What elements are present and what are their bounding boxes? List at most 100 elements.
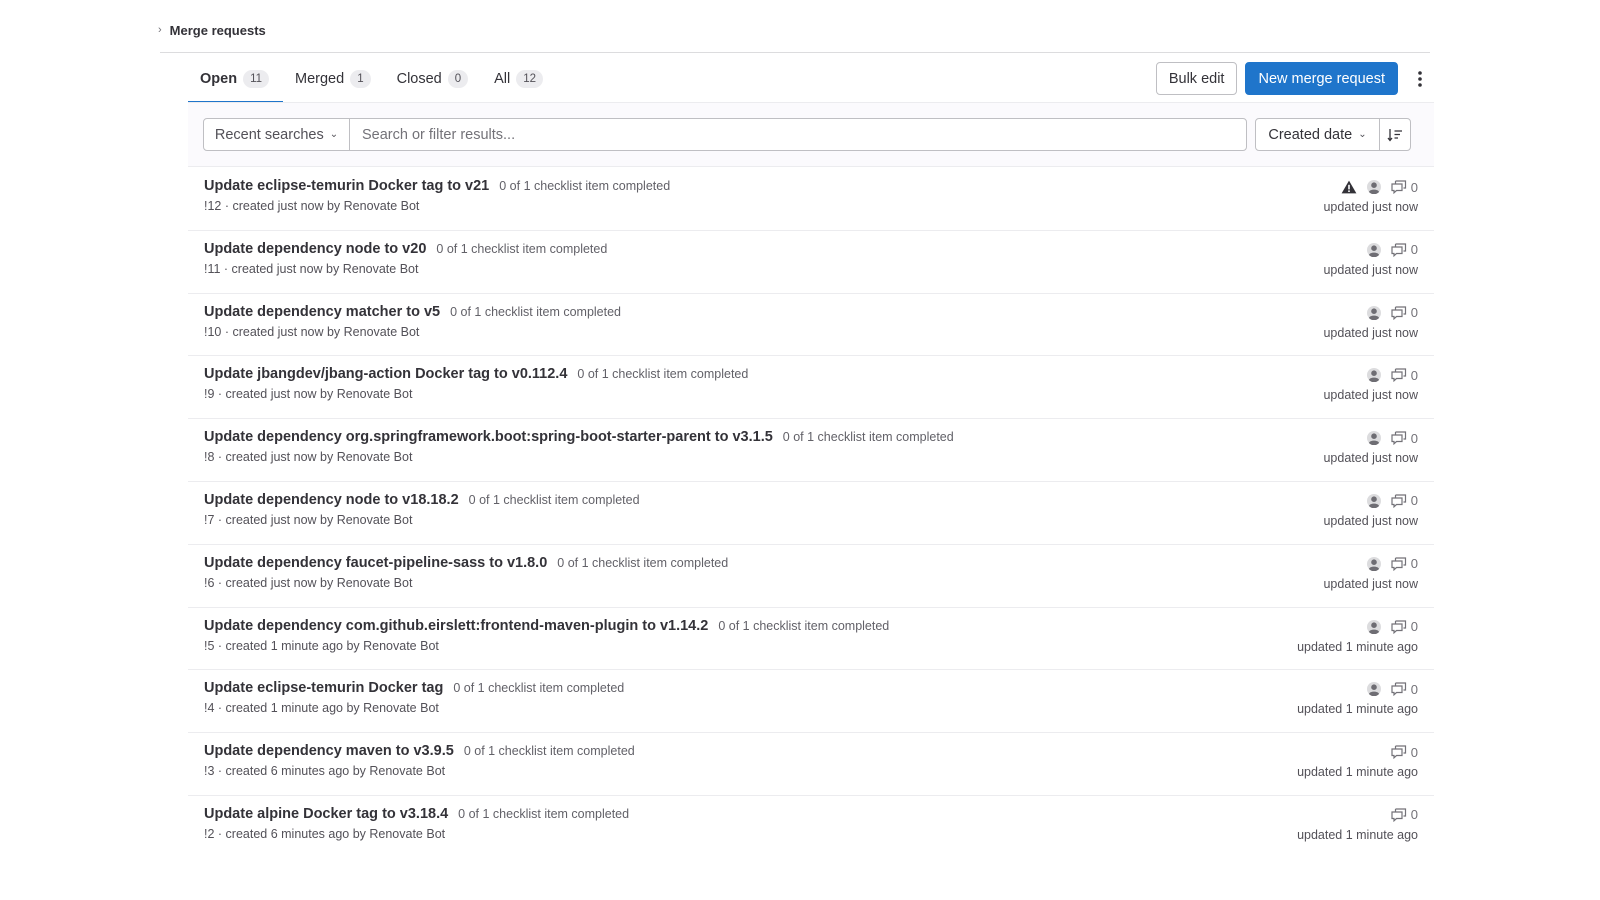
filter-bar: Recent searches ⌄ Created date ⌄ (188, 103, 1434, 167)
breadcrumb: › Merge requests (158, 20, 266, 40)
comment-count: 0 (1410, 493, 1418, 509)
avatar-icon[interactable] (1366, 368, 1381, 383)
comments-icon (1391, 682, 1406, 697)
merge-request-row: Update dependency node to v20 0 of 1 che… (188, 231, 1434, 294)
comment-count: 0 (1410, 430, 1418, 446)
checklist-status: 0 of 1 checklist item completed (782, 430, 954, 445)
count-badge: 11 (243, 70, 270, 88)
checklist-status: 0 of 1 checklist item completed (499, 179, 671, 193)
tab-closed[interactable]: Closed 0 (385, 55, 483, 103)
updated-time: updated just now (1323, 200, 1418, 214)
merge-request-title[interactable]: Update dependency maven to v3.9.5 (204, 743, 454, 759)
comments-icon (1391, 305, 1406, 320)
updated-time: updated 1 minute ago (1297, 639, 1418, 654)
checklist-status: 0 of 1 checklist item completed (718, 618, 890, 633)
comments-icon (1391, 808, 1406, 822)
tab-all[interactable]: All 12 (482, 55, 557, 103)
merge-request-title[interactable]: Update eclipse-temurin Docker tag (204, 680, 443, 696)
checklist-status: 0 of 1 checklist item completed (453, 681, 625, 696)
merge-request-title[interactable]: Update dependency org.springframework.bo… (204, 429, 773, 445)
merge-request-meta: !8 · created just now by Renovate Bot (204, 450, 413, 465)
merge-request-list: Update eclipse-temurin Docker tag to v21… (188, 168, 1434, 859)
sort-direction-button[interactable] (1379, 118, 1411, 151)
merge-request-row: Update dependency faucet-pipeline-sass t… (188, 545, 1434, 608)
merge-request-row: Update eclipse-temurin Docker tag to v21… (188, 168, 1434, 231)
avatar-icon[interactable] (1366, 682, 1381, 697)
comment-count: 0 (1410, 367, 1418, 383)
merge-request-title[interactable]: Update dependency com.github.eirslett:fr… (204, 618, 708, 634)
merge-request-title[interactable]: Update alpine Docker tag to v3.18.4 (204, 806, 448, 822)
breadcrumb-current[interactable]: Merge requests (170, 23, 266, 38)
comment-count: 0 (1410, 807, 1418, 823)
merge-request-title[interactable]: Update eclipse-temurin Docker tag to v21 (204, 178, 489, 194)
updated-time: updated just now (1323, 388, 1418, 403)
merge-request-title[interactable]: Update dependency matcher to v5 (204, 304, 440, 320)
merge-request-meta: !2 · created 6 minutes ago by Renovate B… (204, 826, 446, 841)
updated-time: updated 1 minute ago (1297, 702, 1418, 717)
comments-icon (1391, 557, 1406, 571)
merge-request-meta: !11 · created just now by Renovate Bot (204, 261, 419, 276)
comments-link[interactable]: 0 (1391, 242, 1418, 257)
checklist-status: 0 of 1 checklist item completed (463, 744, 635, 759)
tab-open[interactable]: Open 11 (188, 55, 284, 103)
comments-icon (1391, 431, 1406, 446)
avatar-icon[interactable] (1366, 180, 1381, 194)
comments-icon (1391, 494, 1406, 508)
avatar-icon[interactable] (1366, 556, 1381, 571)
comments-link[interactable]: 0 (1391, 745, 1418, 760)
count-badge: 1 (350, 70, 371, 88)
merge-request-title[interactable]: Update jbangdev/jbang-action Docker tag … (204, 366, 567, 382)
merge-request-row: Update eclipse-temurin Docker tag 0 of 1… (188, 670, 1434, 734)
more-vertical-icon[interactable] (1406, 62, 1434, 95)
merge-request-row: Update dependency matcher to v5 0 of 1 c… (188, 294, 1434, 357)
count-badge: 12 (516, 70, 544, 88)
avatar-icon[interactable] (1366, 242, 1381, 257)
merge-request-meta: !3 · created 6 minutes ago by Renovate B… (204, 764, 446, 779)
merge-request-meta: !4 · created 1 minute ago by Renovate Bo… (204, 701, 439, 716)
avatar-icon[interactable] (1366, 431, 1381, 446)
chevron-down-icon: ⌄ (1358, 128, 1367, 140)
merge-request-row: Update jbangdev/jbang-action Docker tag … (188, 356, 1434, 420)
new-merge-request-button[interactable]: New merge request (1245, 62, 1398, 95)
merge-request-title[interactable]: Update dependency node to v20 (204, 241, 426, 257)
merge-request-row: Update dependency node to v18.18.2 0 of … (188, 482, 1434, 545)
avatar-icon[interactable] (1366, 493, 1381, 508)
comment-count: 0 (1410, 242, 1418, 258)
checklist-status: 0 of 1 checklist item completed (557, 555, 729, 570)
checklist-status: 0 of 1 checklist item completed (577, 367, 749, 382)
tab-merged[interactable]: Merged 1 (283, 55, 385, 103)
merge-request-row: Update dependency com.github.eirslett:fr… (188, 608, 1434, 671)
tab-label: All (494, 71, 511, 87)
sort-lowest-icon (1387, 128, 1402, 142)
bulk-edit-button[interactable]: Bulk edit (1155, 62, 1238, 95)
merge-request-title[interactable]: Update dependency node to v18.18.2 (204, 492, 459, 508)
comments-link[interactable]: 0 (1391, 368, 1418, 383)
sort-dropdown[interactable]: Created date ⌄ (1255, 118, 1380, 151)
comments-link[interactable]: 0 (1391, 619, 1418, 634)
avatar-icon[interactable] (1366, 619, 1381, 634)
sort-label: Created date (1268, 126, 1353, 143)
recent-searches-label: Recent searches (214, 126, 324, 143)
merge-request-title[interactable]: Update dependency faucet-pipeline-sass t… (204, 555, 547, 571)
checklist-status: 0 of 1 checklist item completed (450, 304, 622, 319)
comments-link[interactable]: 0 (1391, 431, 1418, 446)
comments-link[interactable]: 0 (1391, 807, 1418, 822)
avatar-icon[interactable] (1366, 305, 1381, 320)
recent-searches-dropdown[interactable]: Recent searches ⌄ (203, 118, 350, 151)
merge-request-row: Update dependency org.springframework.bo… (188, 419, 1434, 482)
comment-count: 0 (1410, 556, 1418, 572)
merge-request-meta: !7 · created just now by Renovate Bot (204, 512, 413, 527)
divider (160, 52, 1430, 53)
mr-tabs-bar: Open 11 Merged 1 Closed 0 All 12 Bulk ed… (188, 55, 1434, 103)
comments-link[interactable]: 0 (1391, 682, 1418, 697)
comments-link[interactable]: 0 (1391, 556, 1418, 571)
comments-link[interactable]: 0 (1391, 180, 1418, 195)
merge-request-meta: !12 · created just now by Renovate Bot (204, 199, 420, 213)
updated-time: updated 1 minute ago (1297, 765, 1418, 780)
comments-link[interactable]: 0 (1391, 493, 1418, 508)
comments-link[interactable]: 0 (1391, 305, 1418, 320)
search-input[interactable] (349, 118, 1247, 151)
merge-request-meta: !6 · created just now by Renovate Bot (204, 575, 413, 590)
updated-time: updated just now (1323, 451, 1418, 466)
updated-time: updated just now (1323, 262, 1418, 277)
